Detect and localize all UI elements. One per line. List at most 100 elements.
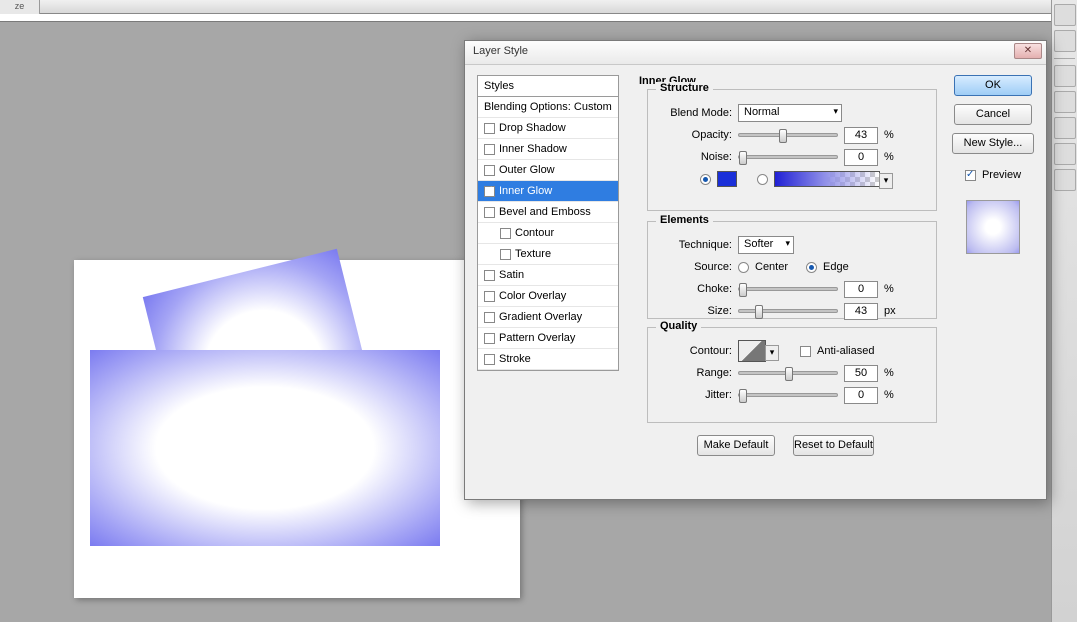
style-checkbox[interactable] [484, 270, 495, 281]
size-unit: px [884, 305, 896, 317]
panel-icon[interactable] [1054, 169, 1076, 191]
make-default-button[interactable]: Make Default [697, 435, 775, 456]
style-label: Outer Glow [499, 164, 555, 176]
choke-label: Choke: [660, 283, 732, 295]
glow-gradient-picker[interactable] [774, 171, 880, 187]
reset-default-button[interactable]: Reset to Default [793, 435, 874, 456]
range-value[interactable]: 50 [844, 365, 878, 382]
style-checkbox[interactable] [484, 354, 495, 365]
style-label: Drop Shadow [499, 122, 566, 134]
styles-list: Styles Blending Options: Custom Drop Shad… [477, 75, 619, 371]
range-unit: % [884, 367, 894, 379]
preview-label: Preview [982, 169, 1021, 181]
source-center-label: Center [755, 261, 788, 273]
choke-value[interactable]: 0 [844, 281, 878, 298]
noise-label: Noise: [660, 151, 732, 163]
opacity-slider[interactable] [738, 133, 838, 137]
opacity-label: Opacity: [660, 129, 732, 141]
styles-header[interactable]: Styles [478, 76, 618, 97]
choke-slider[interactable] [738, 287, 838, 291]
range-label: Range: [660, 367, 732, 379]
style-row-color-overlay[interactable]: Color Overlay [478, 286, 618, 307]
elements-group: Elements Technique: Softer Source: Cente… [647, 221, 937, 319]
panel-icon[interactable] [1054, 143, 1076, 165]
color-radio[interactable] [700, 174, 711, 185]
layer-style-dialog: Layer Style ✕ Styles Blending Options: C… [464, 40, 1047, 500]
style-row-texture[interactable]: Texture [478, 244, 618, 265]
source-edge-label: Edge [823, 261, 849, 273]
style-checkbox[interactable] [500, 228, 511, 239]
style-checkbox[interactable] [484, 186, 495, 197]
jitter-label: Jitter: [660, 389, 732, 401]
structure-group: Structure Blend Mode: Normal Opacity: 43… [647, 89, 937, 211]
style-row-inner-glow[interactable]: Inner Glow [478, 181, 618, 202]
technique-label: Technique: [660, 239, 732, 251]
preview-checkbox[interactable] [965, 170, 976, 181]
contour-label: Contour: [660, 345, 732, 357]
resize-fragment: ze [0, 0, 40, 14]
style-label: Inner Glow [499, 185, 552, 197]
style-row-contour[interactable]: Contour [478, 223, 618, 244]
style-checkbox[interactable] [484, 144, 495, 155]
anti-aliased-checkbox[interactable] [800, 346, 811, 357]
quality-legend: Quality [656, 320, 701, 332]
jitter-slider[interactable] [738, 393, 838, 397]
style-label: Pattern Overlay [499, 332, 575, 344]
panel-icon[interactable] [1054, 30, 1076, 52]
contour-picker[interactable] [738, 340, 766, 362]
technique-select[interactable]: Softer [738, 236, 794, 254]
style-checkbox[interactable] [484, 165, 495, 176]
style-row-satin[interactable]: Satin [478, 265, 618, 286]
structure-legend: Structure [656, 82, 713, 94]
close-icon[interactable]: ✕ [1014, 43, 1042, 59]
style-checkbox[interactable] [500, 249, 511, 260]
blend-mode-select[interactable]: Normal [738, 104, 842, 122]
style-row-bevel-and-emboss[interactable]: Bevel and Emboss [478, 202, 618, 223]
opacity-unit: % [884, 129, 894, 141]
blend-mode-label: Blend Mode: [660, 107, 732, 119]
noise-value[interactable]: 0 [844, 149, 878, 166]
glow-shape-rect [90, 350, 440, 546]
source-edge-radio[interactable] [806, 262, 817, 273]
style-row-inner-shadow[interactable]: Inner Shadow [478, 139, 618, 160]
choke-unit: % [884, 283, 894, 295]
size-value[interactable]: 43 [844, 303, 878, 320]
size-slider[interactable] [738, 309, 838, 313]
style-label: Stroke [499, 353, 531, 365]
dialog-titlebar[interactable]: Layer Style ✕ [465, 41, 1046, 65]
noise-slider[interactable] [738, 155, 838, 159]
style-checkbox[interactable] [484, 291, 495, 302]
dialog-title: Layer Style [473, 45, 528, 57]
range-slider[interactable] [738, 371, 838, 375]
jitter-unit: % [884, 389, 894, 401]
quality-group: Quality Contour: Anti-aliased Range: 50 … [647, 327, 937, 423]
style-checkbox[interactable] [484, 312, 495, 323]
opacity-value[interactable]: 43 [844, 127, 878, 144]
gradient-radio[interactable] [757, 174, 768, 185]
anti-aliased-label: Anti-aliased [817, 345, 874, 357]
panel-icon[interactable] [1054, 65, 1076, 87]
style-row-gradient-overlay[interactable]: Gradient Overlay [478, 307, 618, 328]
style-row-pattern-overlay[interactable]: Pattern Overlay [478, 328, 618, 349]
panel-icon[interactable] [1054, 91, 1076, 113]
style-checkbox[interactable] [484, 207, 495, 218]
cancel-button[interactable]: Cancel [954, 104, 1032, 125]
style-row-stroke[interactable]: Stroke [478, 349, 618, 370]
style-label: Color Overlay [499, 290, 566, 302]
panel-icon[interactable] [1054, 4, 1076, 26]
style-label: Contour [515, 227, 554, 239]
style-row-drop-shadow[interactable]: Drop Shadow [478, 118, 618, 139]
style-checkbox[interactable] [484, 123, 495, 134]
right-tool-strip [1051, 0, 1077, 622]
right-button-column: OK Cancel New Style... Preview [952, 75, 1034, 254]
style-checkbox[interactable] [484, 333, 495, 344]
jitter-value[interactable]: 0 [844, 387, 878, 404]
source-center-radio[interactable] [738, 262, 749, 273]
panel-icon[interactable] [1054, 117, 1076, 139]
style-row-blending-options-custom[interactable]: Blending Options: Custom [478, 97, 618, 118]
ok-button[interactable]: OK [954, 75, 1032, 96]
glow-color-swatch[interactable] [717, 171, 737, 187]
style-label: Satin [499, 269, 524, 281]
new-style-button[interactable]: New Style... [952, 133, 1034, 154]
style-row-outer-glow[interactable]: Outer Glow [478, 160, 618, 181]
